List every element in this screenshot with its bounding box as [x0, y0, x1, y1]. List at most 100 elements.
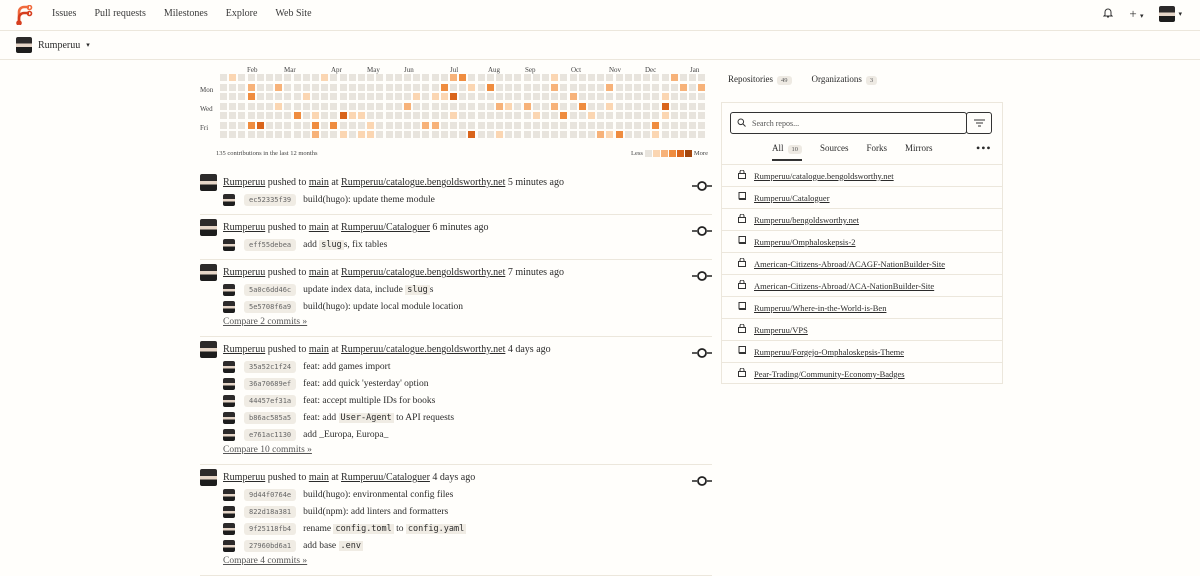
heatmap-cell[interactable] [385, 93, 393, 100]
heatmap-cell[interactable] [293, 131, 301, 138]
heatmap-cell[interactable] [643, 74, 651, 81]
heatmap-cell[interactable] [643, 102, 651, 110]
heatmap-cell[interactable] [358, 112, 365, 119]
heatmap-cell[interactable] [413, 112, 421, 119]
heatmap-cell[interactable] [468, 121, 476, 129]
heatmap-cell[interactable] [542, 112, 549, 119]
heatmap-cell[interactable] [358, 74, 365, 81]
heatmap-cell[interactable] [284, 112, 292, 119]
heatmap-cell[interactable] [229, 93, 237, 100]
heatmap-cell[interactable] [431, 93, 439, 100]
heatmap-cell[interactable] [422, 93, 430, 100]
heatmap-cell[interactable] [238, 93, 246, 100]
heatmap-cell[interactable] [661, 102, 669, 110]
repo-item[interactable]: Rumperuu/catalogue.bengoldsworthy.net [722, 164, 1002, 186]
repo-item[interactable]: Rumperuu/Where-in-the-World-is-Ben [722, 296, 1002, 318]
heatmap-cell[interactable] [385, 74, 393, 81]
subtab-mirrors[interactable]: Mirrors [905, 143, 933, 161]
heatmap-cell[interactable] [284, 83, 292, 91]
event-branch-link[interactable]: main [309, 472, 329, 483]
heatmap-cell[interactable] [394, 112, 402, 119]
heatmap-cell[interactable] [404, 74, 411, 81]
repo-link[interactable]: American-Citizens-Abroad/ACA-NationBuild… [754, 281, 934, 291]
create-menu-icon[interactable]: + ▾ [1129, 6, 1143, 22]
heatmap-cell[interactable] [477, 74, 485, 81]
heatmap-cell[interactable] [670, 102, 678, 110]
heatmap-cell[interactable] [312, 131, 319, 138]
avatar[interactable] [200, 174, 217, 191]
heatmap-cell[interactable] [698, 74, 706, 81]
heatmap-cell[interactable] [440, 74, 448, 81]
event-user-link[interactable]: Rumperuu [223, 177, 265, 188]
heatmap-cell[interactable] [505, 93, 513, 100]
heatmap-cell[interactable] [339, 121, 347, 129]
commit-sha[interactable]: eff55debea [244, 238, 297, 251]
heatmap-cell[interactable] [624, 74, 632, 81]
heatmap-cell[interactable] [220, 74, 227, 81]
heatmap-cell[interactable] [468, 131, 476, 138]
heatmap-cell[interactable] [680, 102, 687, 110]
heatmap-cell[interactable] [661, 121, 669, 129]
heatmap-cell[interactable] [486, 93, 494, 100]
heatmap-cell[interactable] [514, 74, 522, 81]
event-user-link[interactable]: Rumperuu [223, 344, 265, 355]
repo-search[interactable]: Search repos... [730, 112, 967, 134]
heatmap-cell[interactable] [615, 93, 623, 100]
heatmap-cell[interactable] [367, 74, 375, 81]
heatmap-cell[interactable] [422, 131, 430, 138]
heatmap-cell[interactable] [560, 102, 568, 110]
repo-link[interactable]: Rumperuu/Forgejo-Omphaloskepsis-Theme [754, 347, 904, 357]
heatmap-cell[interactable] [569, 83, 577, 91]
repo-item[interactable]: Rumperuu/Omphaloskepsis-2 [722, 230, 1002, 252]
heatmap-cell[interactable] [459, 131, 467, 138]
heatmap-cell[interactable] [680, 131, 687, 138]
heatmap-cell[interactable] [358, 121, 365, 129]
commit-sha[interactable]: 5a0c6dd46c [244, 283, 297, 296]
heatmap-cell[interactable] [220, 112, 227, 119]
heatmap-cell[interactable] [312, 83, 319, 91]
heatmap-cell[interactable] [486, 74, 494, 81]
heatmap-cell[interactable] [302, 102, 310, 110]
heatmap-cell[interactable] [698, 131, 706, 138]
heatmap-cell[interactable] [256, 112, 264, 119]
heatmap-cell[interactable] [551, 74, 559, 81]
heatmap-cell[interactable] [220, 93, 227, 100]
heatmap-cell[interactable] [634, 102, 641, 110]
heatmap-cell[interactable] [514, 121, 522, 129]
heatmap-cell[interactable] [339, 131, 347, 138]
heatmap-cell[interactable] [514, 93, 522, 100]
repo-item[interactable]: American-Citizens-Abroad/ACAGF-NationBui… [722, 252, 1002, 274]
heatmap-cell[interactable] [293, 112, 301, 119]
heatmap-cell[interactable] [312, 112, 319, 119]
repo-item[interactable]: American-Citizens-Abroad/ACA-NationBuild… [722, 274, 1002, 296]
heatmap-cell[interactable] [652, 112, 660, 119]
heatmap-cell[interactable] [302, 83, 310, 91]
heatmap-cell[interactable] [312, 74, 319, 81]
heatmap-cell[interactable] [569, 121, 577, 129]
heatmap-cell[interactable] [634, 112, 641, 119]
heatmap-cell[interactable] [551, 83, 559, 91]
heatmap-cell[interactable] [652, 102, 660, 110]
heatmap-cell[interactable] [440, 102, 448, 110]
heatmap-cell[interactable] [229, 102, 237, 110]
heatmap-cell[interactable] [486, 121, 494, 129]
heatmap-cell[interactable] [588, 93, 595, 100]
heatmap-cell[interactable] [459, 93, 467, 100]
heatmap-cell[interactable] [615, 83, 623, 91]
heatmap-cell[interactable] [413, 121, 421, 129]
heatmap-cell[interactable] [339, 74, 347, 81]
heatmap-cell[interactable] [394, 74, 402, 81]
heatmap-cell[interactable] [385, 131, 393, 138]
heatmap-cell[interactable] [560, 83, 568, 91]
heatmap-cell[interactable] [321, 93, 329, 100]
heatmap-cell[interactable] [431, 83, 439, 91]
heatmap-cell[interactable] [431, 74, 439, 81]
heatmap-cell[interactable] [312, 93, 319, 100]
heatmap-cell[interactable] [569, 102, 577, 110]
heatmap-cell[interactable] [339, 102, 347, 110]
heatmap-cell[interactable] [661, 112, 669, 119]
heatmap-cell[interactable] [588, 74, 595, 81]
heatmap-cell[interactable] [229, 131, 237, 138]
heatmap-cell[interactable] [394, 83, 402, 91]
heatmap-cell[interactable] [496, 93, 503, 100]
